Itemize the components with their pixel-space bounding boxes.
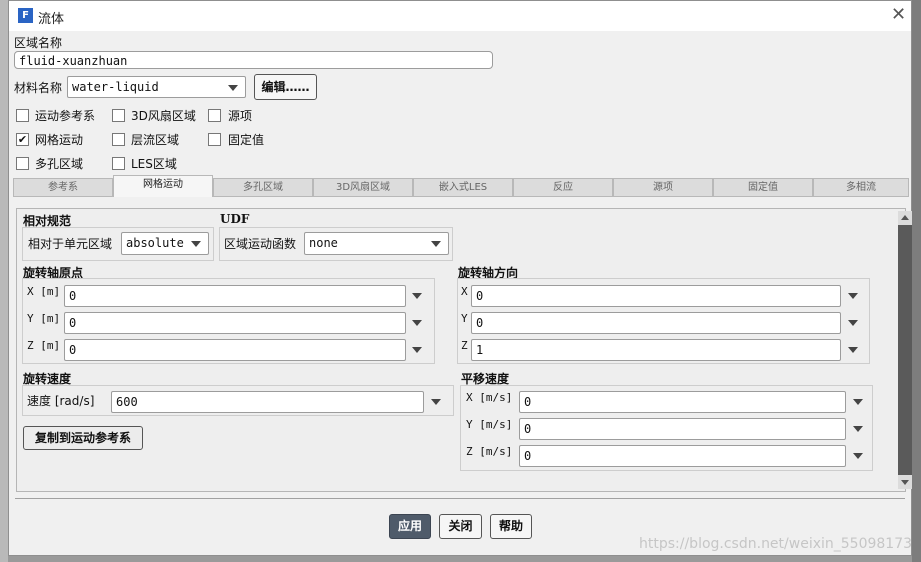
rotation-direction-group: X 0 Y 0 Z 1 xyxy=(457,278,870,364)
translation-y-label: Y [m/s] xyxy=(466,418,513,431)
watermark-text: https://blog.csdn.net/weixin_55098173 xyxy=(639,536,913,552)
chevron-down-icon xyxy=(191,241,201,247)
direction-z-input[interactable]: 1 xyxy=(471,339,841,361)
footer-divider xyxy=(15,498,905,499)
check-icon: ✔ xyxy=(17,133,28,146)
material-select-value: water-liquid xyxy=(72,80,159,94)
checkbox-frame-motion[interactable] xyxy=(16,109,29,122)
help-button[interactable]: 帮助 xyxy=(490,514,532,539)
chevron-down-icon[interactable] xyxy=(848,293,858,299)
chevron-down-icon[interactable] xyxy=(412,320,422,326)
mesh-motion-panel: 相对规范 相对于单元区域 absolute UDF 区域运动函数 none 旋转… xyxy=(16,208,912,492)
checkbox-porous[interactable] xyxy=(16,157,29,170)
translation-z-input[interactable]: 0 xyxy=(519,445,846,467)
title-bar: F 流体 ✕ xyxy=(9,1,911,31)
rotation-speed-input[interactable]: 600 xyxy=(111,391,424,413)
rotation-speed-group: 速度 [rad/s] 600 xyxy=(22,385,454,416)
translation-x-input[interactable]: 0 xyxy=(519,391,846,413)
checkbox-laminar[interactable] xyxy=(112,133,125,146)
direction-y-input[interactable]: 0 xyxy=(471,312,841,334)
translation-z-label: Z [m/s] xyxy=(466,445,513,458)
checkbox-fixed-values[interactable] xyxy=(208,133,221,146)
origin-y-input[interactable]: 0 xyxy=(64,312,406,334)
direction-x-label: X xyxy=(461,285,468,298)
window-title: 流体 xyxy=(38,12,65,27)
checkbox-3d-fan-label: 3D风扇区域 xyxy=(131,109,196,123)
translational-velocity-group: X [m/s] 0 Y [m/s] 0 Z [m/s] 0 xyxy=(460,385,873,471)
chevron-down-icon[interactable] xyxy=(412,293,422,299)
zone-motion-function-select[interactable]: none xyxy=(304,232,449,255)
tab-reference-frame[interactable]: 参考系 xyxy=(13,178,113,197)
zone-name-input[interactable]: fluid-xuanzhuan xyxy=(14,51,493,69)
material-select[interactable]: water-liquid xyxy=(67,76,246,98)
relative-cell-zone-select[interactable]: absolute xyxy=(121,232,209,255)
checkbox-fixed-values-label: 固定值 xyxy=(228,133,265,147)
app-icon: F xyxy=(18,8,33,23)
origin-x-label: X [m] xyxy=(27,285,61,298)
copy-to-frame-motion-button[interactable]: 复制到运动参考系 xyxy=(23,426,143,450)
checkbox-source-terms[interactable] xyxy=(208,109,221,122)
direction-y-label: Y xyxy=(461,312,468,325)
close-button[interactable]: 关闭 xyxy=(439,514,482,539)
udf-title: UDF xyxy=(220,212,250,226)
checkbox-frame-motion-label: 运动参考系 xyxy=(35,109,96,123)
udf-group: 区域运动函数 none xyxy=(219,227,453,261)
zone-motion-function-label: 区域运动函数 xyxy=(224,237,297,251)
relative-cell-zone-value: absolute xyxy=(126,236,184,250)
rotation-speed-label: 速度 [rad/s] xyxy=(27,394,95,408)
scroll-down-icon[interactable] xyxy=(898,475,912,489)
tab-reaction[interactable]: 反应 xyxy=(513,178,613,197)
relative-cell-zone-label: 相对于单元区域 xyxy=(28,237,113,251)
chevron-down-icon[interactable] xyxy=(853,453,863,459)
panel-scrollbar[interactable] xyxy=(898,211,912,489)
checkbox-les[interactable] xyxy=(112,157,125,170)
close-icon[interactable]: ✕ xyxy=(891,5,906,25)
tab-porous-zone[interactable]: 多孔区域 xyxy=(213,178,313,197)
material-label: 材料名称 xyxy=(14,81,63,95)
checkbox-laminar-label: 层流区域 xyxy=(131,133,180,147)
edit-material-button[interactable]: 编辑…… xyxy=(254,74,317,100)
background-window-edge xyxy=(0,0,8,562)
chevron-down-icon[interactable] xyxy=(848,347,858,353)
origin-z-label: Z [m] xyxy=(27,339,61,352)
tab-fixed-values[interactable]: 固定值 xyxy=(713,178,813,197)
zone-motion-function-value: none xyxy=(309,236,338,250)
origin-x-input[interactable]: 0 xyxy=(64,285,406,307)
checkbox-mesh-motion-label: 网格运动 xyxy=(35,133,84,147)
chevron-down-icon[interactable] xyxy=(848,320,858,326)
tab-bar: 参考系 网格运动 多孔区域 3D风扇区域 嵌入式LES 反应 源项 固定值 多相… xyxy=(13,175,909,197)
checkbox-3d-fan[interactable] xyxy=(112,109,125,122)
origin-y-label: Y [m] xyxy=(27,312,61,325)
zone-name-label: 区域名称 xyxy=(14,36,63,50)
checkbox-source-terms-label: 源项 xyxy=(228,109,253,123)
direction-x-input[interactable]: 0 xyxy=(471,285,841,307)
fluid-dialog: F 流体 ✕ 区域名称 fluid-xuanzhuan 材料名称 water-l… xyxy=(8,0,912,556)
relative-spec-group: 相对于单元区域 absolute xyxy=(22,227,214,261)
rotation-origin-group: X [m] 0 Y [m] 0 Z [m] 0 xyxy=(22,278,435,364)
tab-multiphase[interactable]: 多相流 xyxy=(813,178,909,197)
scroll-up-icon[interactable] xyxy=(898,211,912,225)
checkbox-mesh-motion[interactable]: ✔ xyxy=(16,133,29,146)
direction-z-label: Z xyxy=(461,339,468,352)
tab-3d-fan-zone[interactable]: 3D风扇区域 xyxy=(313,178,413,197)
chevron-down-icon xyxy=(228,85,238,91)
chevron-down-icon[interactable] xyxy=(853,399,863,405)
apply-button[interactable]: 应用 xyxy=(389,514,431,539)
tab-source-terms[interactable]: 源项 xyxy=(613,178,713,197)
checkbox-porous-label: 多孔区域 xyxy=(35,157,84,171)
chevron-down-icon[interactable] xyxy=(431,399,441,405)
chevron-down-icon xyxy=(431,241,441,247)
origin-z-input[interactable]: 0 xyxy=(64,339,406,361)
tab-embedded-les[interactable]: 嵌入式LES xyxy=(413,178,513,197)
background-window-right xyxy=(912,0,921,562)
chevron-down-icon[interactable] xyxy=(853,426,863,432)
translation-x-label: X [m/s] xyxy=(466,391,513,404)
translation-y-input[interactable]: 0 xyxy=(519,418,846,440)
tab-mesh-motion[interactable]: 网格运动 xyxy=(113,175,213,197)
checkbox-les-label: LES区域 xyxy=(131,157,177,171)
chevron-down-icon[interactable] xyxy=(412,347,422,353)
